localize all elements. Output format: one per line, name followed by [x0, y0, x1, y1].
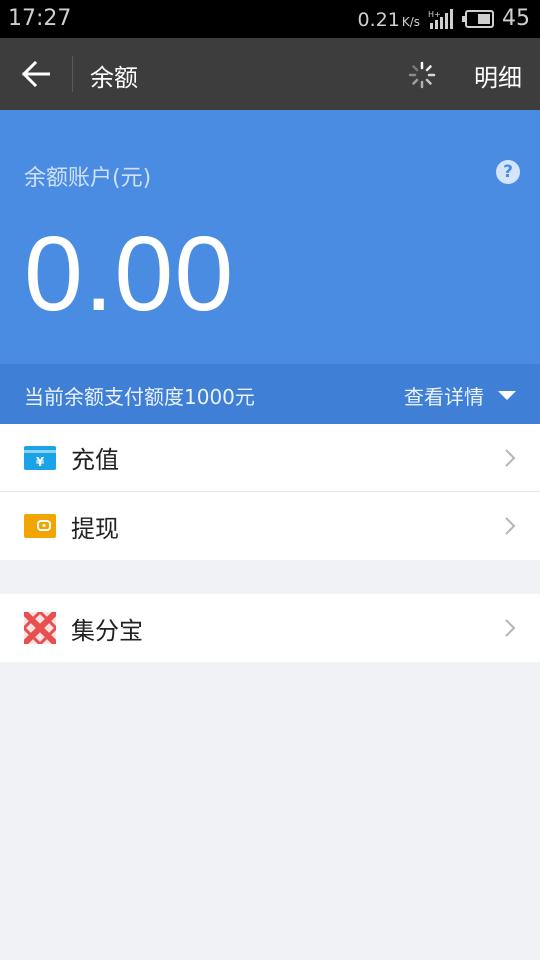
- app-bar: 余额 明细: [0, 38, 540, 110]
- help-icon[interactable]: ?: [496, 160, 520, 184]
- back-button[interactable]: [16, 56, 56, 92]
- page-title: 余额: [90, 64, 138, 92]
- network-speed-unit: K/s: [401, 14, 420, 29]
- menu-label-withdraw: 提现: [71, 514, 119, 543]
- status-bar: 17:27 0.21 K/s H+ 45: [0, 0, 540, 38]
- signal-icon: H+: [428, 8, 453, 29]
- menu-label-recharge: 充值: [71, 446, 119, 474]
- menu-group-points: 集分宝: [0, 594, 540, 662]
- triangle-down-icon: [498, 391, 516, 400]
- menu-label-points: 集分宝: [71, 616, 143, 645]
- battery-level: 45: [502, 6, 530, 31]
- menu-item-points[interactable]: 集分宝: [0, 594, 540, 662]
- menu-item-recharge[interactable]: ¥ 充值: [0, 424, 540, 492]
- battery-icon: [462, 9, 494, 28]
- status-indicators: 0.21 K/s H+ 45: [358, 6, 530, 31]
- chevron-right-icon: [505, 619, 516, 637]
- recharge-icon: ¥: [24, 445, 56, 470]
- menu-item-withdraw[interactable]: 提现: [0, 492, 540, 560]
- network-speed-value: 0.21: [357, 8, 400, 31]
- balance-account-label: 余额账户(元): [24, 166, 152, 191]
- view-details-button[interactable]: 查看详情: [404, 381, 516, 410]
- chevron-right-icon: [505, 448, 516, 467]
- loading-spinner-icon: [408, 61, 436, 89]
- payment-limit-text: 当前余额支付额度1000元: [24, 385, 255, 409]
- appbar-divider: [72, 56, 73, 92]
- back-arrow-icon: [22, 61, 50, 87]
- points-treasure-icon: [24, 612, 56, 644]
- details-button[interactable]: 明细: [474, 58, 522, 93]
- wallet-icon: [24, 514, 56, 538]
- svg-text:H+: H+: [428, 10, 441, 19]
- balance-amount: 0.00: [24, 215, 235, 333]
- view-details-label: 查看详情: [404, 385, 484, 409]
- recharge-symbol: ¥: [36, 455, 45, 469]
- menu-group-funds: ¥ 充值 提现: [0, 424, 540, 560]
- chevron-right-icon: [505, 517, 516, 535]
- balance-panel: 余额账户(元) ? 0.00: [0, 110, 540, 364]
- payment-limit-bar: 当前余额支付额度1000元 查看详情: [0, 364, 540, 424]
- status-time: 17:27: [8, 6, 72, 31]
- network-speed: 0.21 K/s: [358, 7, 420, 31]
